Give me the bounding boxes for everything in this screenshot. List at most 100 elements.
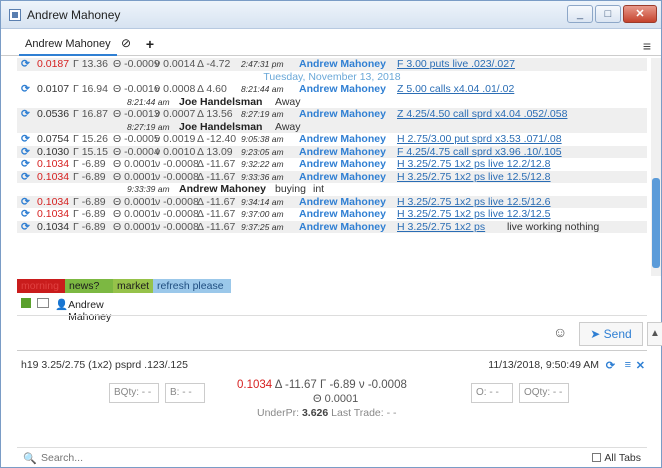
send-button[interactable]: ➤ Send bbox=[579, 322, 643, 346]
document-icon[interactable] bbox=[37, 298, 49, 308]
quote-timestamp: 11/13/2018, 9:50:49 AM bbox=[488, 359, 599, 371]
row-sender: Andrew Mahoney bbox=[299, 170, 386, 183]
status-user: Joe Handelsman bbox=[179, 120, 263, 133]
row-quote-link[interactable]: Z 5.00 calls x4.04 .01/.02 bbox=[397, 83, 514, 96]
tag-market[interactable]: market bbox=[113, 279, 153, 293]
row-time: 2:47:31 pm bbox=[241, 59, 284, 69]
all-tabs-checkbox[interactable]: All Tabs bbox=[592, 452, 641, 464]
quote-panel: h19 3.25/2.75 (1x2) psprd .123/.125 11/1… bbox=[17, 357, 647, 437]
underpr-value: 3.626 bbox=[301, 407, 329, 419]
status-time: 8:27:19 am bbox=[127, 121, 170, 132]
quote-greeks: 0.1034 Δ -11.67 Γ -6.89 ν -0.0008 bbox=[237, 379, 407, 391]
status-message-row: 8:21:44 am Joe Handelsman Away bbox=[17, 96, 647, 109]
tab-andrew-mahoney[interactable]: Andrew Mahoney bbox=[19, 34, 117, 56]
refresh-icon[interactable]: ⟳ bbox=[21, 146, 30, 159]
row-quote-link[interactable]: H 3.25/2.75 1x2 ps bbox=[397, 221, 485, 234]
row-price: 0.1034 bbox=[37, 158, 70, 170]
row-time: 9:33:36 am bbox=[241, 171, 284, 182]
bid-field[interactable]: B: - - bbox=[165, 383, 205, 403]
quote-message-row: ⟳ 0.0107 Γ 16.94 Θ -0.0016 ν 0.0008 Δ 4.… bbox=[17, 83, 647, 96]
row-quote-link[interactable]: H 3.25/2.75 1x2 ps live 12.2/12.8 bbox=[397, 158, 551, 171]
send-options-button[interactable]: ▲ bbox=[647, 322, 662, 346]
refresh-icon[interactable]: ⟳ bbox=[21, 208, 30, 221]
row-time: 9:37:00 am bbox=[241, 209, 284, 219]
maximize-button[interactable]: □ bbox=[595, 5, 621, 23]
row-theta: Θ -0.0016 bbox=[113, 83, 160, 95]
row-vega: ν -0.0008 bbox=[155, 195, 199, 208]
row-theta: Θ -0.0005 bbox=[113, 133, 160, 145]
search-icon: 🔍 bbox=[23, 453, 37, 465]
quote-message-row: ⟳ 0.1034 Γ -6.89 Θ 0.0001 ν -0.0008 Δ -1… bbox=[17, 170, 647, 184]
quote-underlying: UnderPr: 3.626 Last Trade: - - bbox=[257, 407, 397, 419]
refresh-icon[interactable]: ⟳ bbox=[21, 196, 30, 209]
row-vega: ν 0.0008 bbox=[155, 83, 196, 95]
row-quote-link[interactable]: H 3.25/2.75 1x2 ps live 12.3/12.5 bbox=[397, 208, 551, 221]
row-sender: Andrew Mahoney bbox=[299, 58, 386, 70]
row-time: 8:21:44 am bbox=[241, 84, 284, 94]
quote-message-row: ⟳ 0.0187 Γ 13.36 Θ -0.0009 ν 0.0014 Δ -4… bbox=[17, 58, 647, 71]
search-bar: 🔍 All Tabs bbox=[17, 447, 647, 467]
refresh-icon[interactable]: ⟳ bbox=[21, 108, 30, 121]
oqty-field[interactable]: OQty: - - bbox=[519, 383, 569, 403]
row-message-tail: live working nothing bbox=[507, 220, 600, 233]
tab-bar: Andrew Mahoney ⊘ + ≡ bbox=[1, 34, 661, 56]
close-button[interactable]: ✕ bbox=[623, 5, 657, 23]
row-sender: Andrew Mahoney bbox=[299, 108, 386, 120]
hamburger-menu-icon[interactable]: ≡ bbox=[643, 38, 651, 54]
underpr-label: UnderPr: bbox=[257, 407, 300, 419]
row-theta: Θ 0.0001 bbox=[113, 208, 157, 220]
tag-news[interactable]: news? bbox=[65, 279, 113, 293]
row-delta: Δ -11.67 bbox=[197, 170, 236, 183]
checkbox-icon[interactable] bbox=[592, 453, 602, 462]
row-sender: Andrew Mahoney bbox=[299, 195, 386, 208]
row-gamma: Γ -6.89 bbox=[73, 208, 106, 220]
row-sender: Andrew Mahoney bbox=[299, 158, 386, 170]
row-delta: Δ 13.09 bbox=[197, 145, 233, 158]
tag-refresh-please[interactable]: refresh please bbox=[153, 279, 231, 293]
all-tabs-label: All Tabs bbox=[604, 452, 641, 464]
row-vega: ν -0.0008 bbox=[155, 158, 199, 170]
quote-message-row: ⟳ 0.1034 Γ -6.89 Θ 0.0001 ν -0.0008 Δ -1… bbox=[17, 195, 647, 209]
app-window: Andrew Mahoney _ □ ✕ Andrew Mahoney ⊘ + … bbox=[0, 0, 662, 468]
green-status-icon[interactable] bbox=[21, 298, 31, 308]
row-time: 9:34:14 am bbox=[241, 196, 284, 207]
row-quote-link[interactable]: H 3.25/2.75 1x2 ps live 12.5/12.6 bbox=[397, 196, 551, 209]
refresh-icon[interactable]: ⟳ bbox=[21, 221, 30, 234]
bqty-field[interactable]: BQty: - - bbox=[109, 383, 159, 403]
buying-time: 9:33:39 am bbox=[127, 184, 170, 194]
row-quote-link[interactable]: F 3.00 puts live .023/.027 bbox=[397, 58, 515, 71]
emoji-icon[interactable]: ☺ bbox=[553, 324, 571, 342]
add-tab-button[interactable]: + bbox=[141, 36, 159, 54]
row-sender: Andrew Mahoney bbox=[299, 208, 386, 220]
refresh-icon[interactable]: ⟳ bbox=[21, 83, 30, 96]
row-quote-link[interactable]: H 2.75/3.00 put sprd x3.53 .071/.08 bbox=[397, 133, 562, 146]
refresh-icon[interactable]: ⟳ bbox=[21, 133, 30, 146]
row-delta: Δ 4.60 bbox=[197, 83, 227, 95]
row-price: 0.1030 bbox=[37, 145, 70, 158]
quote-menu-icon[interactable]: ≡ bbox=[625, 359, 631, 371]
row-quote-link[interactable]: Z 4.25/4.50 call sprd x4.04 .052/.058 bbox=[397, 108, 567, 121]
message-composer[interactable]: ☺ ➤ Send ▲ bbox=[17, 315, 662, 351]
offer-field[interactable]: O: - - bbox=[471, 383, 513, 403]
feed-scrollbar[interactable] bbox=[651, 58, 661, 276]
tab-close-icon[interactable]: ⊘ bbox=[117, 36, 135, 54]
row-theta: Θ 0.0001 bbox=[113, 195, 157, 208]
tag-morning[interactable]: morning bbox=[17, 279, 65, 293]
minimize-button[interactable]: _ bbox=[567, 5, 593, 23]
quote-close-icon[interactable]: ✕ bbox=[636, 359, 645, 372]
quote-refresh-icon[interactable]: ⟳ bbox=[606, 359, 615, 372]
row-quote-link[interactable]: F 4.25/4.75 call sprd x3.96 .10/.105 bbox=[397, 146, 562, 159]
refresh-icon[interactable]: ⟳ bbox=[21, 171, 30, 184]
row-theta: Θ 0.0001 bbox=[113, 220, 157, 233]
row-time: 9:23:05 am bbox=[241, 146, 284, 157]
quote-delta: Δ -11.67 bbox=[274, 379, 317, 391]
search-input[interactable] bbox=[41, 450, 441, 466]
status-message-row: 8:27:19 am Joe Handelsman Away bbox=[17, 120, 647, 133]
row-gamma: Γ 16.87 bbox=[73, 108, 108, 120]
row-sender: Andrew Mahoney bbox=[299, 83, 386, 95]
refresh-icon[interactable]: ⟳ bbox=[21, 158, 30, 171]
quote-message-row: ⟳ 0.1034 Γ -6.89 Θ 0.0001 ν -0.0008 Δ -1… bbox=[17, 220, 647, 234]
refresh-icon[interactable]: ⟳ bbox=[21, 58, 30, 71]
scrollbar-thumb[interactable] bbox=[652, 178, 660, 268]
row-quote-link[interactable]: H 3.25/2.75 1x2 ps live 12.5/12.8 bbox=[397, 171, 551, 184]
